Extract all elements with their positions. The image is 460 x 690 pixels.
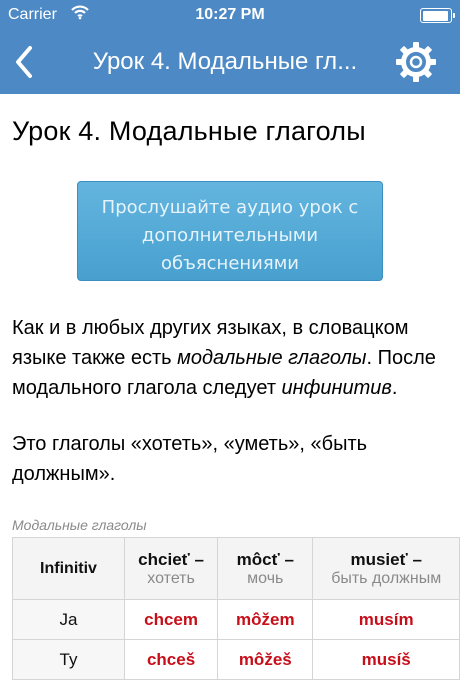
verb-name: môcť — [236, 549, 280, 569]
battery-icon — [420, 8, 455, 23]
table-caption: Модальные глаголы — [12, 517, 147, 533]
verb-name: musieť — [350, 549, 408, 569]
term-infinitive: инфинитив — [281, 377, 392, 399]
chevron-left-icon[interactable] — [8, 42, 42, 82]
person-cell: Ty — [12, 639, 125, 680]
page-title: Урок 4. Модальные глаголы — [12, 116, 366, 146]
verb-translation: хотеть — [147, 569, 195, 587]
verbs-paragraph: Это глаголы «хотеть», «уметь», «быть дол… — [12, 433, 368, 485]
status-bar: Carrier 10:27 PM — [0, 0, 460, 30]
verb-form-cell: môžem — [217, 599, 314, 640]
verb-form-cell: musím — [312, 599, 460, 640]
header-musiet: musieť – быть должным — [312, 537, 460, 600]
table-row: Ja chcem môžem musím — [12, 599, 460, 640]
verb-translation: быть должным — [331, 569, 442, 587]
lesson-content: Урок 4. Модальные глаголы Прослушайте ау… — [0, 94, 460, 680]
verb-name: chcieť — [138, 549, 190, 569]
intro-text-3: . — [391, 377, 398, 399]
term-modal-verbs: модальные глаголы — [177, 347, 367, 369]
gear-icon[interactable] — [394, 40, 438, 84]
verb-dash: – — [279, 549, 294, 569]
audio-button-line-1: Прослушайте аудио урок с — [101, 197, 359, 218]
person-cell: Ja — [12, 599, 125, 640]
status-time: 10:27 PM — [195, 6, 265, 23]
verb-translation: мочь — [247, 569, 284, 587]
intro-paragraph: Как и в любых других языках, в словацком… — [12, 313, 448, 403]
header-chciet: chcieť – хотеть — [123, 537, 219, 600]
listen-audio-button[interactable]: Прослушайте аудио урок с дополнительными… — [77, 181, 383, 281]
header-infinitiv: Infinitiv — [12, 537, 125, 600]
battery-level — [422, 10, 448, 21]
verb-form-cell: chcem — [123, 599, 219, 640]
verb-form-cell: musíš — [312, 639, 460, 680]
table-row: Ty chceš môžeš musíš — [12, 639, 460, 680]
audio-button-line-2: дополнительными — [141, 225, 319, 246]
verb-form-cell: môžeš — [217, 639, 314, 680]
modal-verbs-table: Infinitiv chcieť – хотеть môcť – мочь mu… — [12, 537, 460, 680]
verb-form-cell: chceš — [123, 639, 219, 680]
table-header-row: Infinitiv chcieť – хотеть môcť – мочь mu… — [12, 537, 460, 600]
header-moct: môcť – мочь — [217, 537, 314, 600]
verb-dash: – — [407, 549, 422, 569]
navigation-bar: Урок 4. Модальные гл... — [0, 30, 460, 94]
verb-dash: – — [189, 549, 204, 569]
audio-button-line-3: объяснениями — [161, 253, 299, 274]
nav-title: Урок 4. Модальные гл... — [92, 48, 358, 75]
